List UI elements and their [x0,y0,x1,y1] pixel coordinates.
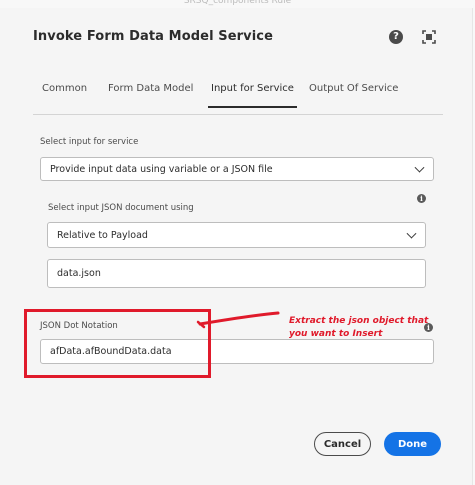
select-input-dropdown[interactable]: Provide input data using variable or a J… [40,157,434,181]
select-input-value: Provide input data using variable or a J… [50,163,273,175]
tab-output-of-service[interactable]: Output Of Service [309,82,398,112]
json-doc-label: Select input JSON document using [48,203,194,213]
annotation-arrow [196,311,280,329]
select-input-label: Select input for service [40,137,139,147]
annotation-note: Extract the json object that you want to… [289,316,429,339]
info-icon[interactable]: i [417,194,426,203]
json-file-value: data.json [57,268,101,279]
json-doc-dropdown[interactable]: Relative to Payload [47,222,426,248]
dialog-title: Invoke Form Data Model Service [33,29,273,44]
chevron-down-icon [414,162,425,173]
done-button[interactable]: Done [384,432,441,456]
chevron-down-icon [406,228,417,239]
json-file-input[interactable]: data.json [47,259,426,288]
tab-divider [33,114,443,115]
fullscreen-icon[interactable] [422,30,436,44]
cancel-button[interactable]: Cancel [314,432,371,456]
tab-list: Common Form Data Model Input for Service… [33,82,443,114]
tab-input-for-service[interactable]: Input for Service [208,82,297,108]
annotation-highlight-box [24,309,211,378]
tab-form-data-model[interactable]: Form Data Model [108,82,193,112]
tab-common[interactable]: Common [42,82,87,112]
json-doc-value: Relative to Payload [57,229,148,241]
background-window-title: SRSQ_components Rule [183,0,292,6]
help-icon[interactable]: ? [389,30,403,44]
